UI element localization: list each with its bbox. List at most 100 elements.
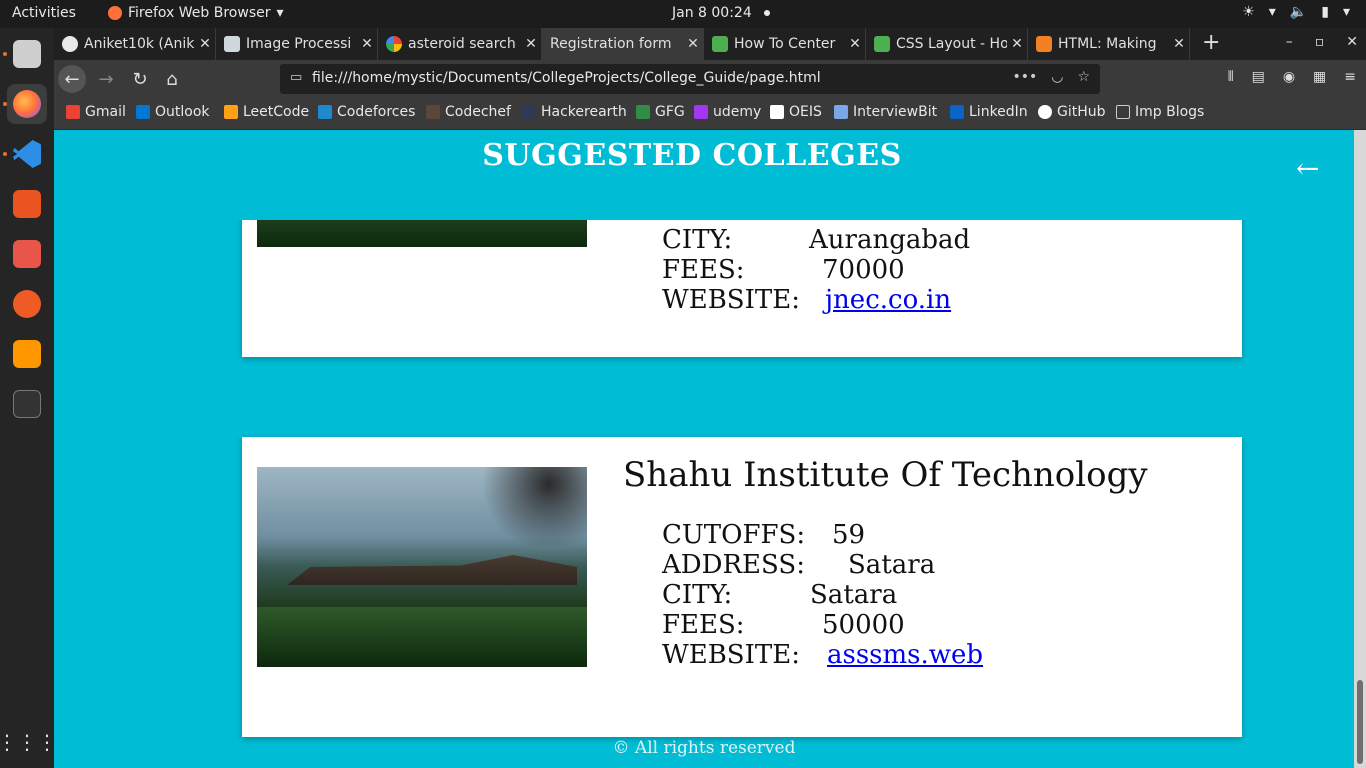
sublime-icon (13, 340, 41, 368)
postman-dock-item[interactable] (7, 284, 47, 324)
photo-grass (257, 607, 587, 667)
more-actions-icon[interactable]: ••• (1012, 69, 1037, 85)
tab-image-processing[interactable]: Image Processi ✕ (216, 28, 378, 60)
sublime-dock-item[interactable] (7, 334, 47, 374)
folder-icon (1116, 105, 1130, 119)
detail-website: WEBSITE: asssms.web (662, 640, 983, 670)
page-scrollbar[interactable] (1354, 130, 1366, 768)
bookmark-label: Imp Blogs (1135, 104, 1205, 120)
close-window-icon[interactable]: ✕ (1346, 34, 1358, 50)
bookmark-imp-blogs[interactable]: Imp Blogs (1116, 104, 1204, 120)
software-dock-item[interactable] (7, 184, 47, 224)
pocket-icon[interactable]: ◡ (1051, 69, 1063, 85)
app-grid-dock-item[interactable]: ⋮⋮⋮ (0, 722, 57, 762)
bookmark-label: Hackerearth (541, 104, 627, 120)
account-icon[interactable]: ◉ (1283, 69, 1295, 85)
detail-fees: FEES: 50000 (662, 610, 983, 640)
vscode-dock-item[interactable] (7, 134, 47, 174)
sidebar-icon[interactable]: ▤ (1252, 69, 1265, 85)
college-details: CUTOFFS: 59 ADDRESS: Satara CITY: Satara FE… (662, 520, 983, 670)
clock-text: Jan 8 00:24 (672, 5, 752, 21)
website-link[interactable]: asssms.web (827, 640, 983, 670)
close-icon[interactable]: ✕ (1007, 36, 1027, 52)
firefox-dock-item[interactable] (7, 84, 47, 124)
bookmark-gfg[interactable]: GFG (636, 104, 685, 120)
home-icon: ⌂ (166, 68, 178, 90)
bookmark-label: OEIS (789, 104, 822, 120)
close-icon[interactable]: ✕ (1169, 36, 1189, 52)
back-arrow-icon[interactable]: ← (1296, 152, 1319, 185)
bookmark-label: Codeforces (337, 104, 416, 120)
url-bar[interactable]: ▭ file:///home/mystic/Documents/CollegeP… (280, 64, 1100, 94)
bookmark-label: Codechef (445, 104, 511, 120)
system-top-bar: Activities Firefox Web Browser ▾ Jan 8 0… (0, 0, 1366, 28)
forward-button[interactable]: → (92, 65, 120, 93)
bookmark-oeis[interactable]: OEIS (770, 104, 822, 120)
new-tab-button[interactable]: + (1202, 30, 1220, 55)
tab-how-to-center[interactable]: How To Center ✕ (704, 28, 866, 60)
bookmark-udemy[interactable]: udemy (694, 104, 761, 120)
bookmark-gmail[interactable]: Gmail (66, 104, 126, 120)
detail-value: Satara (848, 550, 936, 580)
firefox-icon (13, 90, 41, 118)
scrollbar-thumb[interactable] (1357, 680, 1363, 764)
files-dock-item[interactable] (7, 34, 47, 74)
back-button[interactable]: ← (58, 65, 86, 93)
clock[interactable]: Jan 8 00:24 (672, 5, 770, 21)
maximize-icon[interactable]: ▫ (1315, 34, 1325, 50)
bookmark-label: GFG (655, 104, 685, 120)
hackerearth-icon (522, 105, 536, 119)
bookmark-star-icon[interactable]: ☆ (1077, 69, 1090, 85)
bookmark-github[interactable]: GitHub (1038, 104, 1106, 120)
tab-title: Aniket10k (Anik (84, 36, 195, 52)
firefox-small-icon (108, 6, 122, 20)
college-photo (257, 467, 587, 667)
tab-github[interactable]: Aniket10k (Anik ✕ (54, 28, 216, 60)
terminal-dock-item[interactable] (7, 384, 47, 424)
detail-label: WEBSITE: (662, 640, 800, 670)
app-menu[interactable]: Firefox Web Browser ▾ (108, 5, 284, 21)
tab-html-making[interactable]: HTML: Making ✕ (1028, 28, 1190, 60)
bookmark-hackerearth[interactable]: Hackerearth (522, 104, 627, 120)
tab-title: Registration form (550, 36, 672, 52)
bookmark-leetcode[interactable]: LeetCode (224, 104, 309, 120)
college-card: Shahu Institute Of Technology CUTOFFS: 59… (242, 437, 1242, 737)
bookmark-label: Gmail (85, 104, 126, 120)
bookmark-outlook[interactable]: Outlook (136, 104, 210, 120)
home-button[interactable]: ⌂ (158, 65, 186, 93)
package-dock-item[interactable] (7, 234, 47, 274)
close-icon[interactable]: ✕ (357, 36, 377, 52)
bookmark-codeforces[interactable]: Codeforces (318, 104, 415, 120)
w3schools-icon (874, 36, 890, 52)
detail-label: CUTOFFS: (662, 520, 806, 550)
github-icon (1038, 105, 1052, 119)
website-link[interactable]: jnec.co.in (825, 285, 951, 315)
bookmark-interviewbit[interactable]: InterviewBit (834, 104, 937, 120)
window-controls: – ▫ ✕ (1286, 34, 1358, 50)
w3schools-icon (712, 36, 728, 52)
linkedin-icon (950, 105, 964, 119)
extensions-icon[interactable]: ▦ (1313, 69, 1326, 85)
reload-button[interactable]: ↻ (126, 65, 154, 93)
close-icon[interactable]: ✕ (683, 36, 703, 52)
tab-asteroid-search[interactable]: asteroid search ✕ (378, 28, 542, 60)
url-text[interactable]: file:///home/mystic/Documents/CollegePro… (312, 70, 821, 86)
system-tray[interactable]: ☀ ▾ 🔈 ▮ ▾ (1242, 4, 1350, 20)
close-icon[interactable]: ✕ (195, 36, 215, 52)
bookmark-linkedin[interactable]: LinkedIn (950, 104, 1028, 120)
bookmark-codechef[interactable]: Codechef (426, 104, 511, 120)
close-icon[interactable]: ✕ (845, 36, 865, 52)
bookmark-label: GitHub (1057, 104, 1106, 120)
tab-title: HTML: Making (1058, 36, 1157, 52)
menu-icon[interactable]: ≡ (1344, 69, 1356, 85)
library-icon[interactable]: ⫴ (1228, 69, 1234, 85)
activities-button[interactable]: Activities (12, 5, 76, 21)
detail-value: Aurangabad (809, 225, 971, 255)
google-icon (386, 36, 402, 52)
arrow-right-icon: → (98, 68, 114, 90)
tab-css-layout[interactable]: CSS Layout - Ho ✕ (866, 28, 1028, 60)
tab-registration-form[interactable]: Registration form ✕ (542, 28, 704, 60)
wifi-icon: ▾ (1268, 4, 1276, 20)
close-icon[interactable]: ✕ (521, 36, 541, 52)
minimize-icon[interactable]: – (1286, 34, 1293, 50)
